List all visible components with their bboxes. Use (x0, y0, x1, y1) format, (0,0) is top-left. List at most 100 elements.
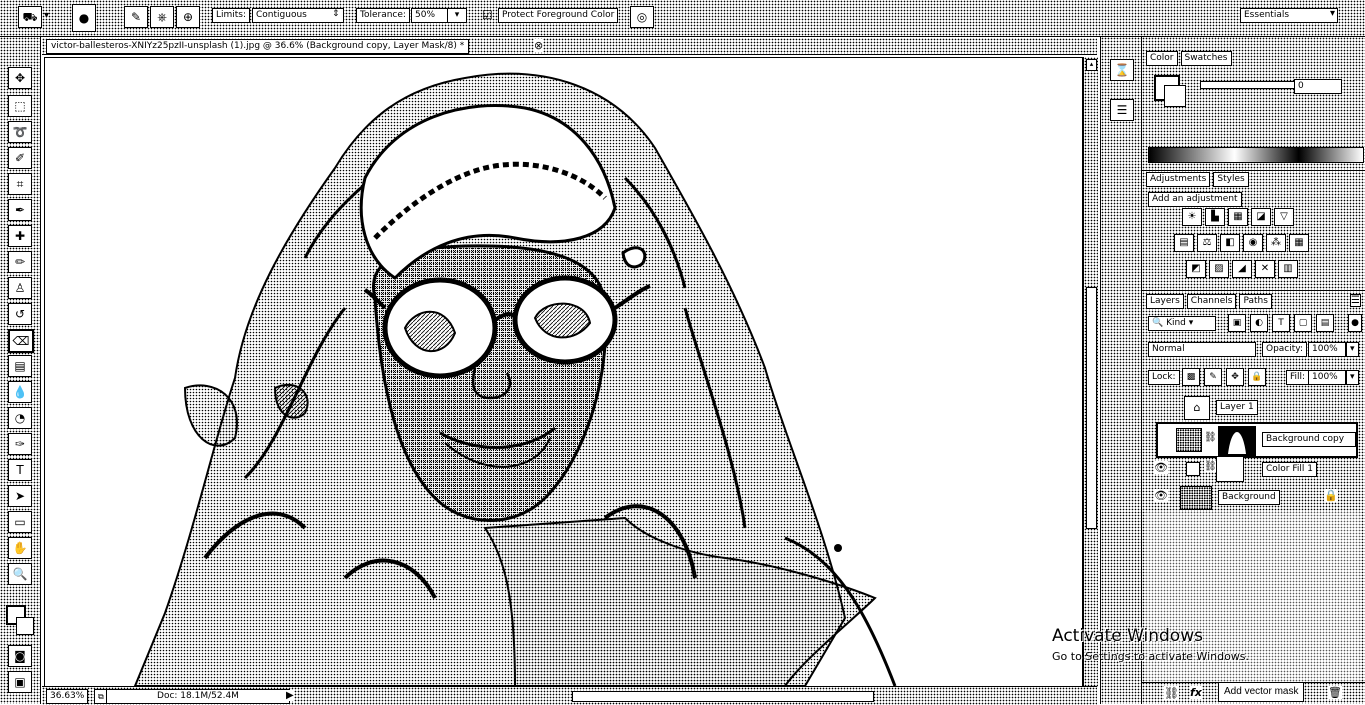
marquee-icon[interactable]: ⬚ (8, 95, 32, 117)
layer-name[interactable]: Layer 1 (1216, 400, 1258, 415)
vibrance-icon[interactable]: ▽ (1274, 208, 1294, 226)
brightness-icon[interactable]: ☀ (1182, 208, 1202, 226)
quick-mask-icon[interactable]: ◙ (8, 645, 32, 667)
quick-select-icon[interactable]: ✐ (8, 147, 32, 169)
filter-adjustment-icon[interactable]: ◐ (1250, 314, 1268, 332)
zoom-level[interactable]: 36.63% (46, 689, 89, 704)
crop-icon[interactable]: ⌗ (8, 173, 32, 195)
filter-kind-select[interactable]: 🔍 Kind ▾ (1148, 316, 1216, 331)
posterize-icon[interactable]: ▨ (1209, 260, 1229, 278)
background-color-swatch[interactable] (1164, 85, 1186, 107)
document-tab[interactable]: victor-ballesteros-XNIYz25pzII-unsplash … (46, 39, 470, 54)
exposure-icon[interactable]: ◪ (1251, 208, 1271, 226)
tab-color[interactable]: Color (1146, 51, 1178, 66)
scroll-up-icon[interactable]: ▴ (1086, 59, 1097, 71)
channel-mixer-icon[interactable]: ⁂ (1266, 234, 1286, 252)
workspace-select[interactable]: Essentials (1240, 8, 1338, 23)
tab-paths[interactable]: Paths (1239, 294, 1272, 309)
chain-link-icon[interactable]: ⛓ (1204, 461, 1217, 472)
fill-input[interactable]: 100% (1308, 370, 1346, 385)
tab-swatches[interactable]: Swatches (1180, 51, 1232, 66)
lock-paint-icon[interactable]: ✎ (1204, 368, 1222, 386)
opacity-input[interactable]: 100% (1308, 342, 1346, 357)
eye-icon[interactable]: 👁 (1154, 461, 1168, 474)
filter-smart-icon[interactable]: ▤ (1316, 314, 1334, 332)
chain-link-icon[interactable]: ⛓ (1204, 432, 1217, 443)
blend-mode-select[interactable]: Normal (1148, 342, 1256, 357)
limits-select[interactable]: Contiguous (252, 8, 344, 23)
chevron-down-icon[interactable]: ▾ (1346, 370, 1359, 385)
tab-channels[interactable]: Channels (1186, 294, 1237, 309)
gradient-icon[interactable]: ▤ (8, 355, 32, 377)
levels-icon[interactable]: ▙ (1205, 208, 1225, 226)
path-select-icon[interactable]: ➤ (8, 485, 32, 507)
layer-row[interactable]: 👁 Background 🔒 (1146, 484, 1360, 510)
layer-mask-thumbnail[interactable] (1218, 426, 1256, 456)
stamp-icon[interactable]: ♙ (8, 277, 32, 299)
layer-name[interactable]: Background (1218, 490, 1280, 505)
tab-styles[interactable]: Styles (1213, 172, 1249, 187)
paint-bucket-icon[interactable]: ⛟ (18, 6, 42, 28)
color-slider[interactable] (1200, 81, 1300, 89)
hand-icon[interactable]: ✋ (8, 537, 32, 559)
threshold-icon[interactable]: ◢ (1232, 260, 1252, 278)
filter-pixel-icon[interactable]: ▣ (1228, 314, 1246, 332)
blur-icon[interactable]: 💧 (8, 381, 32, 403)
tab-layers[interactable]: Layers (1146, 294, 1184, 309)
filter-type-icon[interactable]: T (1272, 314, 1290, 332)
curves-icon[interactable]: ▦ (1228, 208, 1248, 226)
canvas[interactable] (44, 57, 1083, 687)
layer-row[interactable]: 👁 ⛓ Color Fill 1 (1146, 456, 1360, 482)
healing-icon[interactable]: ✚ (8, 225, 32, 247)
tolerance-dropdown-icon[interactable]: ▾ (447, 8, 467, 23)
pen-icon[interactable]: ✑ (8, 433, 32, 455)
layer-row-selected[interactable]: ⛓ Background copy (1156, 422, 1358, 458)
history-panel-icon[interactable]: ⌛ (1110, 59, 1134, 81)
invert-icon[interactable]: ◩ (1186, 260, 1206, 278)
eyedropper-icon[interactable]: ✒ (8, 199, 32, 221)
sampling-continuous-icon[interactable]: ⎈ (150, 6, 174, 28)
color-balance-icon[interactable]: ⚖ (1197, 234, 1217, 252)
history-brush-icon[interactable]: ↺ (8, 303, 32, 325)
layer-mask-thumbnail[interactable] (1216, 456, 1244, 482)
eye-icon[interactable]: 👁 (1154, 489, 1168, 502)
properties-panel-icon[interactable]: ☰ (1110, 99, 1134, 121)
fx-icon[interactable]: fx (1190, 686, 1202, 699)
layer-name[interactable]: Color Fill 1 (1262, 462, 1317, 477)
pressure-icon[interactable]: ◎ (630, 6, 654, 28)
brush-icon[interactable]: ✏ (8, 251, 32, 273)
play-icon[interactable]: ▶ (286, 690, 294, 701)
layer-name[interactable]: Background copy (1262, 432, 1356, 447)
eraser-icon[interactable]: ⌫ (8, 329, 34, 353)
color-lookup-icon[interactable]: ▦ (1289, 234, 1309, 252)
brush-preset-picker[interactable]: ● (72, 4, 96, 32)
filter-toggle-icon[interactable]: ● (1348, 314, 1362, 332)
lasso-icon[interactable]: ➰ (8, 121, 32, 143)
selective-color-icon[interactable]: ✕ (1255, 260, 1275, 278)
lock-transparent-icon[interactable]: ▩ (1182, 368, 1200, 386)
close-icon[interactable]: ⊗ (534, 39, 544, 52)
checkbox-checked-icon[interactable]: ☑ (482, 8, 493, 22)
horizontal-scrollbar[interactable] (572, 691, 874, 702)
type-icon[interactable]: T (8, 459, 32, 481)
filter-shape-icon[interactable]: ▢ (1294, 314, 1312, 332)
trash-icon[interactable]: 🗑 (1328, 686, 1342, 699)
tab-adjustments[interactable]: Adjustments (1146, 172, 1211, 187)
screen-mode-icon[interactable]: ▣ (8, 671, 32, 693)
vertical-scrollbar[interactable]: ▴ (1083, 57, 1098, 687)
hue-saturation-icon[interactable]: ▤ (1174, 234, 1194, 252)
panel-menu-icon[interactable]: ☰ (1350, 294, 1361, 307)
background-color-swatch[interactable] (16, 617, 34, 635)
color-ramp[interactable] (1148, 147, 1364, 163)
color-value-input[interactable]: 0 (1294, 79, 1342, 94)
move-icon[interactable]: ✥ (8, 67, 32, 89)
dodge-icon[interactable]: ◔ (8, 407, 32, 429)
gradient-map-icon[interactable]: ▥ (1278, 260, 1298, 278)
layer-row[interactable]: ⌂ Layer 1 (1146, 394, 1360, 420)
chevron-down-icon[interactable]: ▾ (44, 10, 49, 21)
black-white-icon[interactable]: ◧ (1220, 234, 1240, 252)
link-icon[interactable]: ⛓ (1164, 686, 1180, 700)
photo-filter-icon[interactable]: ◉ (1243, 234, 1263, 252)
lock-all-icon[interactable]: 🔒 (1248, 368, 1266, 386)
chevron-down-icon[interactable]: ▾ (1346, 342, 1359, 357)
